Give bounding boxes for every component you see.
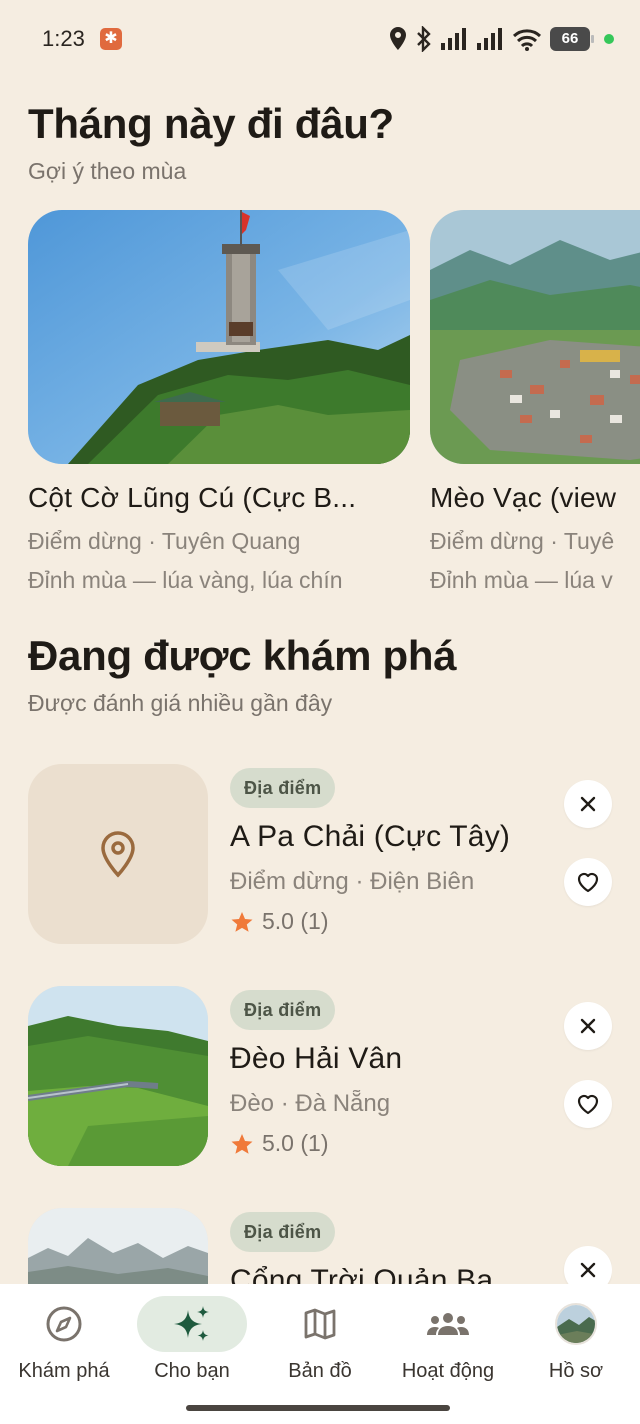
list-item[interactable]: Địa điểm A Pa Chải (Cực Tây) Điểm dừng ·… [28,764,612,944]
heart-icon [577,1094,599,1115]
dismiss-button[interactable] [564,780,612,828]
privacy-indicator-dot [604,34,614,44]
close-icon [580,1018,596,1034]
rating-text: 5.0 (1) [262,908,329,934]
signal-icon [441,28,466,50]
battery-icon: 66 [550,27,594,51]
nav-item-map[interactable]: Bản đồ [256,1284,384,1424]
nav-label: Cho bạn [154,1360,230,1382]
nav-icon-container [32,1296,96,1352]
star-icon [231,911,253,932]
seasonal-carousel[interactable]: Cột Cờ Lũng Cú (Cực B... Điểm dừng · Tuy… [28,210,640,610]
close-icon [580,1262,596,1278]
nav-item-explore[interactable]: Khám phá [0,1284,128,1424]
lung-cu-flag-tower-photo [28,210,410,464]
list-item[interactable]: Địa điểm Đèo Hải Vân Đèo · Đà Nẵng 5.0 (… [28,986,612,1166]
signal-icon [477,28,502,50]
meo-vac-valley-photo [430,210,640,464]
dismiss-button[interactable] [564,1246,612,1284]
quan-ba-gate-photo [28,1208,208,1284]
category-tag: Địa điểm [230,1212,336,1252]
bottom-navigation: Khám phá Cho bạn Bản đồ Hoạt động Hồ sơ [0,1284,640,1424]
wifi-icon [512,29,542,51]
nav-label: Bản đồ [288,1360,352,1382]
item-rating: 5.0 (1) [230,1130,328,1157]
favorite-button[interactable] [564,858,612,906]
location-icon [390,27,406,50]
compass-icon [46,1306,82,1342]
seasonal-title: Tháng này đi đâu? [28,100,394,147]
heart-icon [577,872,599,893]
map-icon [304,1308,336,1340]
nav-item-profile[interactable]: Hồ sơ [512,1284,640,1424]
dismiss-button[interactable] [564,1002,612,1050]
item-name: Đèo Hải Vân [230,1042,403,1075]
groups-icon [427,1313,469,1335]
list-item[interactable]: Địa điểm Cổng Trời Quản Ba [28,1208,612,1284]
season-card-desc: Đỉnh mùa — lúa vàng, lúa chín [28,567,343,593]
nav-label: Khám phá [18,1360,110,1382]
home-indicator[interactable] [186,1405,450,1411]
item-meta: Đèo · Đà Nẵng [230,1090,391,1117]
location-pin-icon [101,831,135,878]
item-meta: Điểm dừng · Điện Biên [230,868,475,895]
status-bar: 1:23 ✱ 66 [0,0,640,80]
status-time: 1:23 [42,26,85,51]
item-name: A Pa Chải (Cực Tây) [230,820,511,853]
nav-icon-container [544,1296,608,1352]
season-card-meta: Điểm dừng · Tuyên Quang [28,528,301,554]
season-card-name: Cột Cờ Lũng Cú (Cực B... [28,482,357,513]
item-rating: 5.0 (1) [230,908,328,935]
nav-icon-container [288,1296,352,1352]
rating-text: 5.0 (1) [262,1130,329,1156]
nav-icon-container [137,1296,247,1352]
nav-label: Hồ sơ [548,1360,604,1382]
avatar [555,1303,597,1345]
season-card-desc: Đỉnh mùa — lúa v [430,567,613,593]
favorite-button[interactable] [564,1080,612,1128]
star-icon [231,1133,253,1154]
hai-van-pass-photo [28,986,208,1166]
nav-item-activity[interactable]: Hoạt động [384,1284,512,1424]
notification-app-icon: ✱ [100,28,122,50]
nav-item-for-you[interactable]: Cho bạn [128,1284,256,1424]
seasonal-subtitle: Gợi ý theo mùa [28,158,187,184]
bluetooth-icon [417,26,431,52]
season-card[interactable]: Mèo Vạc (view Điểm dừng · Tuyê Đỉnh mùa … [430,210,640,594]
season-card-name: Mèo Vạc (view [430,482,617,513]
close-icon [580,796,596,812]
nav-label: Hoạt động [401,1360,495,1382]
placeholder-thumbnail [28,764,208,944]
status-icons: 66 [388,24,614,54]
category-tag: Địa điểm [230,990,336,1030]
trending-title: Đang được khám phá [28,632,457,679]
season-card-meta: Điểm dừng · Tuyê [430,528,615,554]
season-card[interactable]: Cột Cờ Lũng Cú (Cực B... Điểm dừng · Tuy… [28,210,410,594]
category-tag: Địa điểm [230,768,336,808]
sparkle-icon [174,1306,209,1341]
nav-icon-container [416,1296,480,1352]
item-name: Cổng Trời Quản Ba [230,1264,494,1284]
trending-subtitle: Được đánh giá nhiều gần đây [28,690,333,716]
